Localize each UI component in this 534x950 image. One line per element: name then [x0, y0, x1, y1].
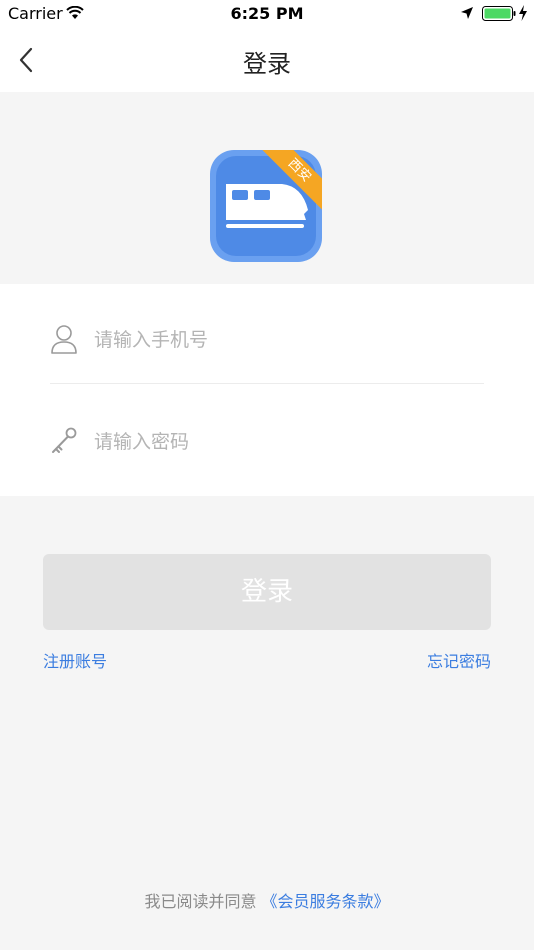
train-icon	[226, 184, 308, 228]
field-divider	[50, 383, 484, 384]
user-icon	[51, 325, 77, 354]
nav-bar: 登录	[0, 28, 534, 92]
login-form	[0, 284, 534, 496]
status-bar: Carrier 6:25 PM	[0, 0, 534, 28]
terms-notice: 我已阅读并同意 《会员服务条款》	[0, 888, 534, 912]
charging-icon	[519, 5, 527, 21]
terms-link[interactable]: 《会员服务条款》	[262, 892, 390, 911]
battery-icon	[482, 6, 516, 21]
logo-area: 西安	[0, 92, 534, 284]
password-field	[0, 386, 534, 486]
train-app-icon: 西安	[210, 150, 322, 262]
phone-input[interactable]	[94, 322, 484, 358]
phone-field	[0, 284, 534, 384]
status-time: 6:25 PM	[230, 4, 304, 23]
page-title: 登录	[243, 50, 291, 78]
password-input[interactable]	[94, 424, 484, 460]
location-arrow-icon	[461, 7, 473, 19]
login-button[interactable]: 登录	[43, 554, 491, 630]
key-icon	[52, 427, 77, 453]
forgot-password-link[interactable]: 忘记密码	[427, 648, 491, 672]
register-link[interactable]: 注册账号	[43, 648, 107, 672]
terms-prefix: 我已阅读并同意	[144, 892, 257, 911]
